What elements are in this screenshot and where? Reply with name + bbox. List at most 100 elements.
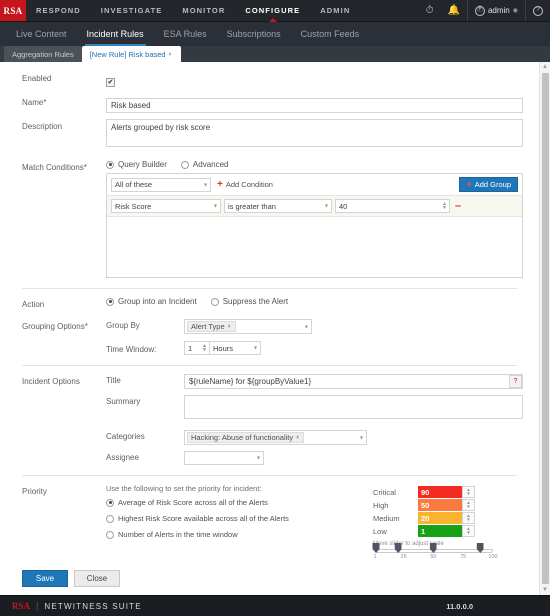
label-match-conditions: Match Conditions*	[22, 163, 87, 172]
close-button[interactable]: Close	[74, 570, 120, 587]
add-group-button[interactable]: + Add Group	[459, 177, 518, 192]
slider-handle-0[interactable]	[372, 543, 380, 553]
field-grouping-options: Group By Alert Type ◐ ▾ Time Window: 1 ▲…	[106, 319, 539, 355]
radio-average-risk-score[interactable]: Average of Risk Score across all of the …	[106, 498, 373, 507]
category-token[interactable]: Hacking: Abuse of functionality ◐	[187, 432, 305, 443]
application-window: RSA RESPOND INVESTIGATE MONITOR CONFIGUR…	[0, 0, 550, 616]
summary-row: Summary	[106, 395, 523, 424]
radio-highest-risk-score[interactable]: Highest Risk Score available across all …	[106, 514, 373, 523]
subnav-item-live-content[interactable]: Live Content	[6, 22, 77, 46]
field-row-match-conditions: Match Conditions* Query Builder Advanced	[0, 160, 539, 278]
scroll-down-icon[interactable]: ▼	[542, 585, 548, 595]
close-icon[interactable]: ◐	[169, 51, 173, 58]
nav-item-respond[interactable]: RESPOND	[26, 0, 91, 21]
radio-suppress-alert-dot	[210, 297, 219, 306]
priority-level-low: Low 1 ▲ ▼	[373, 525, 523, 537]
medium-stepper[interactable]: ▲ ▼	[462, 512, 475, 524]
chevron-down-icon: ▾	[256, 455, 260, 462]
scrollbar-thumb[interactable]	[541, 73, 549, 584]
group-by-select[interactable]: Alert Type ◐ ▾	[184, 319, 312, 334]
remove-token-icon[interactable]: ◐	[228, 323, 232, 330]
priority-level-critical-value[interactable]: 90	[418, 486, 462, 498]
stopwatch-icon[interactable]: ⏱	[419, 0, 441, 21]
radio-query-builder[interactable]: Query Builder	[106, 160, 167, 169]
priority-level-medium-value[interactable]: 20	[418, 512, 462, 524]
subnav-item-esa-rules[interactable]: ESA Rules	[154, 22, 217, 46]
remove-condition-button[interactable]: –	[455, 200, 461, 212]
priority-level-high-label: High	[373, 500, 389, 510]
high-stepper[interactable]: ▲ ▼	[462, 499, 475, 511]
radio-number-of-alerts[interactable]: Number of Alerts in the time window	[106, 530, 373, 539]
time-window-unit-value: Hours	[213, 343, 234, 353]
priority-options: Use the following to set the priority fo…	[106, 484, 373, 562]
chevron-down-icon: ▾	[203, 182, 207, 188]
assignee-select[interactable]: ▾	[184, 451, 264, 465]
title-input[interactable]	[184, 374, 523, 389]
scroll-up-icon[interactable]: ▲	[542, 62, 548, 72]
label-name: Name*	[22, 98, 47, 107]
radio-group-into-incident[interactable]: Group into an Incident	[106, 297, 197, 306]
summary-input-wrap	[184, 395, 523, 424]
name-input[interactable]	[106, 98, 523, 113]
add-condition-button[interactable]: + Add Condition	[217, 178, 273, 190]
enabled-checkbox[interactable]: ✔	[106, 78, 115, 87]
time-window-unit-select[interactable]: Hours ▾	[209, 341, 261, 355]
divider	[22, 288, 517, 289]
condition-operator-select[interactable]: is greater than ▾	[224, 199, 332, 213]
field-name	[106, 95, 539, 113]
time-window-stepper[interactable]: 1 ▲ ▼	[184, 341, 210, 355]
user-menu-label: admin	[487, 6, 510, 15]
remove-token-icon[interactable]: ◐	[296, 434, 300, 441]
low-stepper[interactable]: ▲ ▼	[462, 525, 475, 537]
nav-item-configure[interactable]: CONFIGURE	[235, 0, 310, 21]
condition-field-select[interactable]: Risk Score ▾	[111, 199, 221, 213]
form-button-bar: Save Close	[0, 562, 539, 595]
group-by-token[interactable]: Alert Type ◐	[187, 321, 236, 332]
slider-handle-3[interactable]	[476, 543, 484, 553]
group-operator-select[interactable]: All of these ▾	[111, 177, 211, 192]
radio-number-of-alerts-dot	[106, 530, 114, 539]
label-categories: Categories	[106, 432, 145, 441]
rsa-logo: RSA	[0, 0, 26, 21]
description-textarea[interactable]: Alerts grouped by risk score	[106, 119, 523, 147]
tab-new-rule[interactable]: [New Rule] Risk based ◐	[81, 46, 181, 62]
subnav-item-incident-rules[interactable]: Incident Rules	[77, 22, 154, 46]
tab-aggregation-rules[interactable]: Aggregation Rules	[4, 46, 82, 62]
priority-slider-ticks: 1 25 50 75 100	[373, 553, 497, 562]
condition-value-stepper[interactable]: 40 ▲ ▼	[335, 199, 450, 213]
label-grouping-options: Grouping Options*	[22, 322, 88, 331]
help-icon[interactable]: ?	[526, 0, 550, 21]
radio-highest-risk-score-label: Highest Risk Score available across all …	[118, 514, 289, 523]
chevron-down-icon: ▾	[324, 203, 328, 210]
save-button[interactable]: Save	[22, 570, 68, 587]
critical-stepper[interactable]: ▲ ▼	[462, 486, 475, 498]
subnav-item-subscriptions[interactable]: Subscriptions	[217, 22, 291, 46]
info-icon[interactable]: ?	[509, 375, 522, 388]
radio-advanced[interactable]: Advanced	[180, 160, 229, 169]
chevron-down-icon: ▾	[359, 435, 363, 441]
stepper-arrows-icon: ▲ ▼	[202, 343, 207, 353]
radio-suppress-alert[interactable]: Suppress the Alert	[210, 297, 288, 306]
group-by-row: Group By Alert Type ◐ ▾	[106, 319, 523, 334]
summary-textarea[interactable]	[184, 395, 523, 419]
field-action: Group into an Incident Suppress the Aler…	[106, 297, 539, 306]
plus-icon: +	[217, 178, 223, 190]
slider-handle-1[interactable]	[394, 543, 402, 553]
field-row-name: Name*	[0, 95, 539, 113]
nav-item-investigate[interactable]: INVESTIGATE	[91, 0, 173, 21]
slider-handle-2[interactable]	[429, 543, 437, 553]
status-bar: RSA | NETWITNESS SUITE 11.0.0.0	[0, 595, 550, 616]
subnav-item-custom-feeds[interactable]: Custom Feeds	[291, 22, 370, 46]
categories-select[interactable]: Hacking: Abuse of functionality ◐ ▾	[184, 430, 367, 445]
nav-item-admin[interactable]: ADMIN	[310, 0, 360, 21]
vertical-scrollbar[interactable]: ▲ ▼	[539, 62, 550, 595]
field-row-incident-options: Incident Options Title ? Summary	[0, 374, 539, 465]
user-menu[interactable]: Ⓟ admin ◉	[466, 0, 526, 21]
priority-level-low-value[interactable]: 1	[418, 525, 462, 537]
status-bar-suite: NETWITNESS SUITE	[44, 601, 142, 611]
nav-item-monitor[interactable]: MONITOR	[172, 0, 235, 21]
title-input-wrap: ?	[184, 374, 523, 389]
priority-level-high-value[interactable]: 50	[418, 499, 462, 511]
notifications-icon[interactable]: 🔔	[441, 0, 467, 21]
chevron-down-icon: ◉	[512, 8, 518, 14]
